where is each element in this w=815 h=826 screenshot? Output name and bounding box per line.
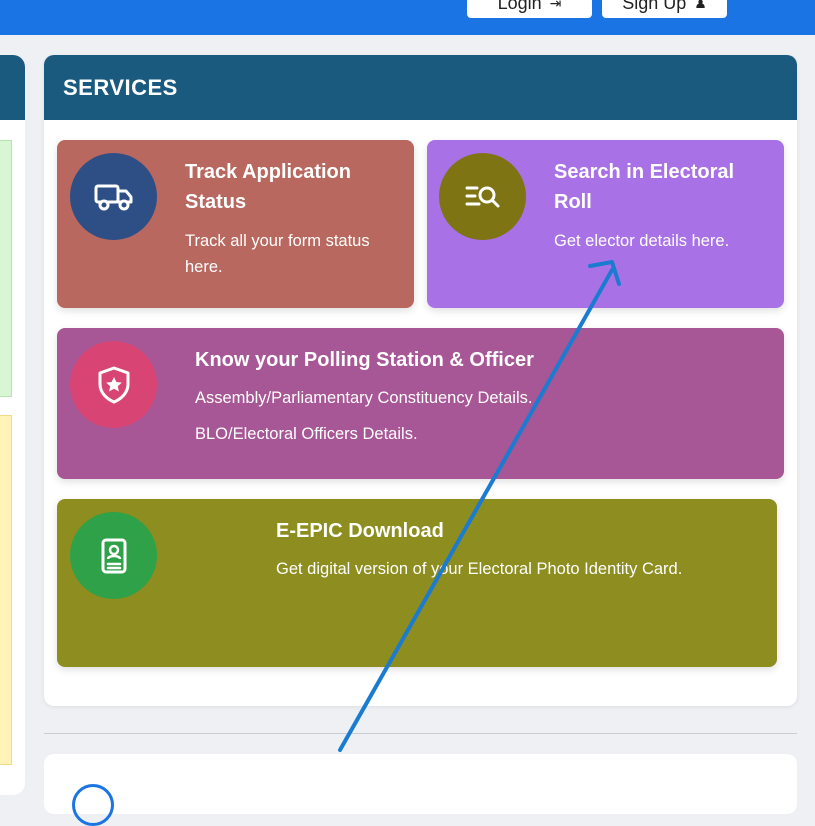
track-application-title: Track Application Status xyxy=(185,161,351,213)
login-label: Login xyxy=(497,0,542,13)
track-application-description: Track all your form status here. xyxy=(185,232,370,276)
polling-station-title: Know your Polling Station & Officer xyxy=(195,349,534,371)
user-icon: ♟ xyxy=(694,0,707,11)
polling-station-description-2: BLO/Electoral Officers Details. xyxy=(195,425,418,443)
signup-button[interactable]: Sign Up ♟ xyxy=(602,0,727,18)
polling-station-description-1: Assembly/Parliamentary Constituency Deta… xyxy=(195,389,533,407)
services-title: SERVICES xyxy=(44,55,797,120)
bottom-panel-icon xyxy=(72,784,114,826)
left-panel-yellow-card xyxy=(0,415,12,765)
bottom-panel xyxy=(44,754,797,826)
e-epic-download-card[interactable]: E-EPIC Download Get digital version of y… xyxy=(57,499,777,667)
sign-in-icon: ⇥ xyxy=(549,0,562,11)
truck-icon xyxy=(70,153,157,240)
search-list-icon xyxy=(439,153,526,240)
e-epic-download-description: Get digital version of your Electoral Ph… xyxy=(276,560,683,578)
left-panel-green-card xyxy=(0,140,12,397)
shield-star-icon xyxy=(70,341,157,428)
e-epic-download-title: E-EPIC Download xyxy=(276,520,444,542)
left-side-panel xyxy=(0,55,25,795)
signup-label: Sign Up xyxy=(622,0,687,13)
search-electoral-roll-description: Get elector details here. xyxy=(554,232,730,250)
search-electoral-roll-title: Search in Electoral Roll xyxy=(554,161,735,213)
left-panel-header xyxy=(0,55,25,120)
polling-station-card[interactable]: Know your Polling Station & Officer Asse… xyxy=(57,328,784,479)
top-navbar: Login ⇥ Sign Up ♟ xyxy=(0,0,815,35)
search-electoral-roll-card[interactable]: Search in Electoral Roll Get elector det… xyxy=(427,140,784,308)
id-card-icon xyxy=(70,512,157,599)
track-application-card[interactable]: Track Application Status Track all your … xyxy=(57,140,414,308)
section-divider xyxy=(44,733,797,734)
login-button[interactable]: Login ⇥ xyxy=(467,0,592,18)
